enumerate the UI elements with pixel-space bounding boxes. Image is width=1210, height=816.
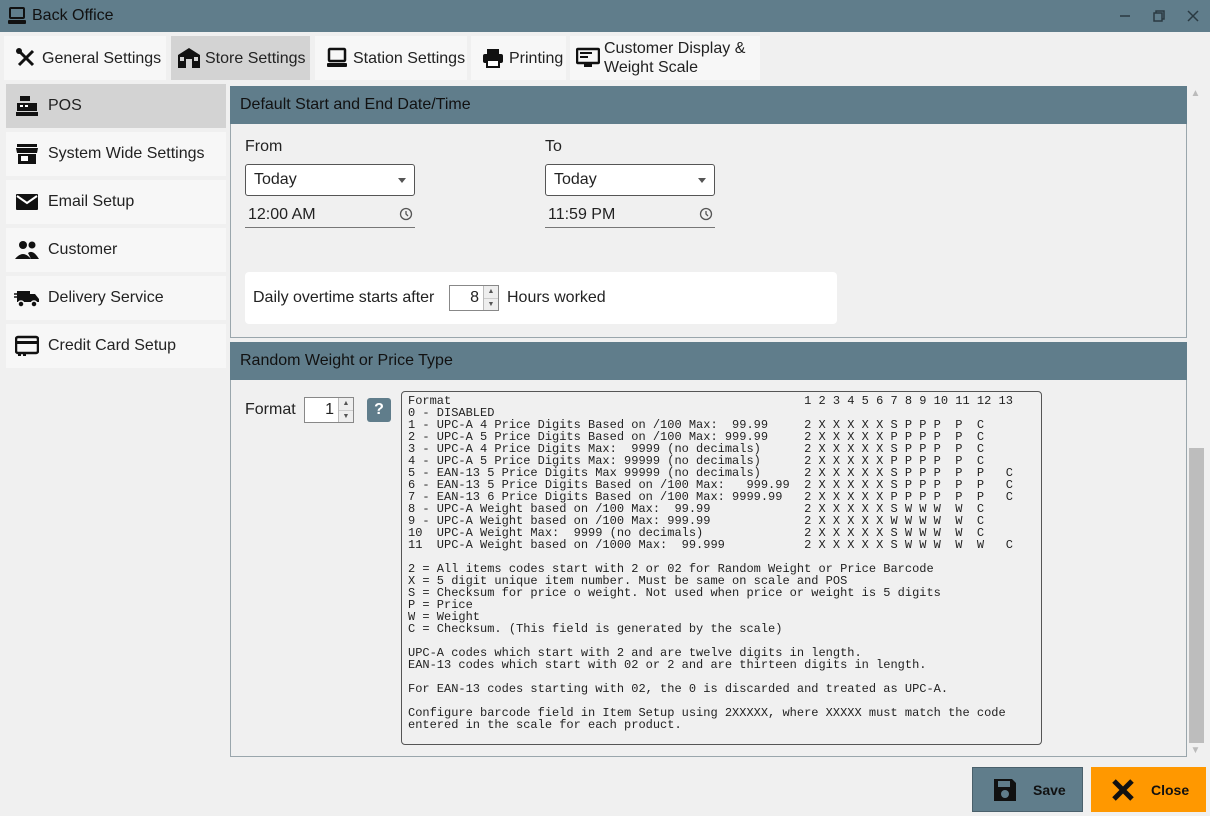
title-bar: Back Office — [0, 0, 1210, 32]
sidebar-item-label: Email Setup — [48, 193, 135, 210]
overtime-hours-value: 8 — [470, 289, 479, 306]
minimize-button[interactable] — [1108, 0, 1142, 32]
format-description-text: Format 1 2 3 4 5 6 7 8 9 10 11 12 13 0 -… — [408, 394, 1013, 732]
clock-icon — [699, 207, 713, 221]
save-button[interactable]: Save — [972, 767, 1083, 812]
content-scrollbar[interactable]: ▲ ▼ — [1187, 86, 1204, 757]
truck-icon — [14, 286, 40, 310]
sidebar: POS System Wide Settings Email Setup Cus… — [6, 84, 226, 372]
sidebar-item-label: Customer — [48, 241, 118, 258]
random-panel-header: Random Weight or Price Type — [230, 342, 1187, 380]
question-mark-icon: ? — [374, 401, 384, 418]
printer-icon — [481, 46, 505, 70]
overtime-box: Daily overtime starts after 8 ▲ ▼ Hours … — [245, 272, 837, 324]
date-panel-title: Default Start and End Date/Time — [240, 96, 471, 113]
settings-tabs: General Settings Store Settings Station … — [0, 32, 1210, 82]
to-date-select[interactable]: Today — [545, 164, 715, 196]
scroll-up-icon[interactable]: ▲ — [1187, 86, 1204, 100]
sidebar-item-pos[interactable]: POS — [6, 84, 226, 128]
from-time-value: 12:00 AM — [248, 205, 316, 223]
chevron-down-icon — [398, 178, 406, 183]
storefront-icon — [14, 142, 40, 166]
scroll-down-icon[interactable]: ▼ — [1187, 743, 1204, 757]
to-time-value: 11:59 PM — [548, 205, 616, 223]
overtime-hours-stepper[interactable]: 8 ▲ ▼ — [449, 285, 499, 311]
sidebar-item-label: Delivery Service — [48, 289, 164, 306]
tab-label: Customer Display & Weight Scale — [604, 40, 746, 76]
chevron-down-icon[interactable]: ▼ — [339, 410, 353, 422]
tab-printing[interactable]: Printing — [471, 36, 566, 80]
sidebar-item-label: System Wide Settings — [48, 145, 205, 162]
envelope-icon — [14, 190, 40, 214]
sidebar-item-email-setup[interactable]: Email Setup — [6, 180, 226, 224]
tools-icon — [14, 46, 38, 70]
random-panel-body: Format 1 ▲ ▼ ? Format 1 2 3 4 5 6 7 8 9 … — [230, 380, 1187, 757]
restore-button[interactable] — [1142, 0, 1176, 32]
x-mark-icon — [1109, 776, 1137, 804]
random-panel-title: Random Weight or Price Type — [240, 352, 453, 369]
close-icon — [1187, 10, 1199, 22]
format-value: 1 — [325, 401, 334, 418]
tab-store-settings[interactable]: Store Settings — [171, 36, 310, 80]
tab-label: Station Settings — [353, 49, 466, 67]
store-icon — [177, 46, 201, 70]
computer-icon — [6, 5, 28, 27]
cash-register-icon — [14, 94, 40, 118]
sidebar-item-system-wide-settings[interactable]: System Wide Settings — [6, 132, 226, 176]
floppy-disk-icon — [991, 776, 1019, 804]
chevron-up-icon[interactable]: ▲ — [339, 398, 353, 411]
from-date-value: Today — [254, 171, 297, 188]
close-button[interactable]: Close — [1091, 767, 1206, 812]
format-stepper[interactable]: 1 ▲ ▼ — [304, 397, 354, 423]
sidebar-item-delivery-service[interactable]: Delivery Service — [6, 276, 226, 320]
chevron-down-icon — [698, 178, 706, 183]
to-label: To — [545, 138, 562, 155]
tab-station-settings[interactable]: Station Settings — [315, 36, 467, 80]
close-label: Close — [1151, 781, 1190, 798]
minimize-icon — [1120, 15, 1130, 17]
from-label: From — [245, 138, 283, 155]
to-date-value: Today — [554, 171, 597, 188]
tab-label: General Settings — [42, 49, 162, 67]
sidebar-item-label: Credit Card Setup — [48, 337, 177, 354]
sidebar-item-credit-card-setup[interactable]: Credit Card Setup — [6, 324, 226, 368]
overtime-suffix: Hours worked — [507, 289, 606, 306]
format-label: Format — [245, 401, 296, 418]
tab-customer-display[interactable]: Customer Display & Weight Scale — [570, 36, 760, 80]
chevron-down-icon[interactable]: ▼ — [484, 298, 498, 310]
to-time-input[interactable]: 11:59 PM — [545, 202, 715, 228]
people-icon — [14, 238, 40, 262]
save-label: Save — [1033, 781, 1066, 798]
from-time-input[interactable]: 12:00 AM — [245, 202, 415, 228]
sidebar-item-customer[interactable]: Customer — [6, 228, 226, 272]
display-icon — [576, 46, 600, 70]
computer-icon — [325, 46, 349, 70]
scrollbar-thumb[interactable] — [1189, 448, 1204, 743]
date-panel-body: From To Today Today 12:00 AM 11:59 PM Da… — [230, 124, 1187, 338]
tab-label: Printing — [509, 49, 564, 67]
overtime-label: Daily overtime starts after — [253, 289, 435, 306]
tab-label: Store Settings — [205, 49, 306, 67]
tab-general-settings[interactable]: General Settings — [4, 36, 166, 80]
credit-card-icon — [14, 334, 40, 358]
settings-content: Default Start and End Date/Time From To … — [230, 86, 1187, 757]
from-date-select[interactable]: Today — [245, 164, 415, 196]
sidebar-item-label: POS — [48, 97, 82, 114]
restore-icon — [1153, 10, 1165, 22]
close-window-button[interactable] — [1176, 0, 1210, 32]
chevron-up-icon[interactable]: ▲ — [484, 286, 498, 299]
clock-icon — [399, 207, 413, 221]
date-panel-header: Default Start and End Date/Time — [230, 86, 1187, 124]
help-button[interactable]: ? — [367, 398, 391, 422]
window-title: Back Office — [32, 7, 114, 24]
format-description: Format 1 2 3 4 5 6 7 8 9 10 11 12 13 0 -… — [401, 391, 1042, 745]
